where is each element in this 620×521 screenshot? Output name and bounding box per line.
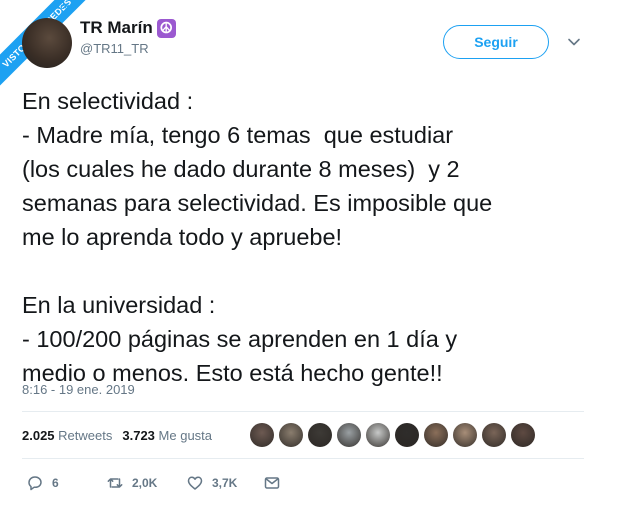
- liker-avatars: [250, 423, 540, 447]
- divider: [22, 458, 584, 459]
- user-info: TR Marín ☮ @TR11_TR: [80, 18, 176, 56]
- retweet-icon: [107, 478, 123, 488]
- liker-avatar[interactable]: [337, 423, 361, 447]
- follow-button[interactable]: Seguir: [443, 25, 549, 59]
- likes-label: Me gusta: [158, 428, 213, 443]
- liker-avatar[interactable]: [511, 423, 535, 447]
- user-handle[interactable]: @TR11_TR: [80, 41, 176, 56]
- like-button[interactable]: 3,7K: [186, 474, 237, 492]
- peace-emoji-icon: ☮: [156, 18, 176, 38]
- chevron-down-icon[interactable]: [567, 35, 581, 49]
- retweets-label: Retweets: [58, 428, 113, 443]
- direct-message-button[interactable]: [263, 474, 281, 492]
- liker-avatar[interactable]: [308, 423, 332, 447]
- tweet-stats: 2.025 Retweets 3.723 Me gusta: [22, 428, 212, 443]
- display-name[interactable]: TR Marín: [80, 18, 153, 38]
- envelope-icon: [264, 477, 280, 489]
- tweet-timestamp[interactable]: 8:16 - 19 ene. 2019: [22, 382, 135, 397]
- avatar[interactable]: [22, 18, 72, 68]
- reply-count: 6: [52, 476, 59, 490]
- tweet-text: En selectividad : - Madre mía, tengo 6 t…: [22, 88, 493, 386]
- watermark-suffix: .com: [58, 2, 77, 11]
- liker-avatar[interactable]: [366, 423, 390, 447]
- retweets-stat[interactable]: 2.025 Retweets: [22, 428, 112, 443]
- heart-icon: [187, 476, 203, 490]
- liker-avatar[interactable]: [279, 423, 303, 447]
- retweet-button[interactable]: 2,0K: [106, 474, 157, 492]
- display-name-row[interactable]: TR Marín ☮: [80, 18, 176, 38]
- reply-icon: [28, 476, 42, 491]
- liker-avatar[interactable]: [453, 423, 477, 447]
- likes-stat[interactable]: 3.723 Me gusta: [122, 428, 212, 443]
- liker-avatar[interactable]: [424, 423, 448, 447]
- like-count: 3,7K: [212, 476, 238, 490]
- liker-avatar[interactable]: [250, 423, 274, 447]
- likes-count: 3.723: [122, 428, 155, 443]
- liker-avatar[interactable]: [395, 423, 419, 447]
- retweets-count: 2.025: [22, 428, 55, 443]
- reply-button[interactable]: 6: [26, 474, 59, 492]
- retweet-count: 2,0K: [132, 476, 158, 490]
- tweet-actions: 6 2,0K 3,7K: [26, 474, 326, 496]
- divider: [22, 411, 584, 412]
- liker-avatar[interactable]: [482, 423, 506, 447]
